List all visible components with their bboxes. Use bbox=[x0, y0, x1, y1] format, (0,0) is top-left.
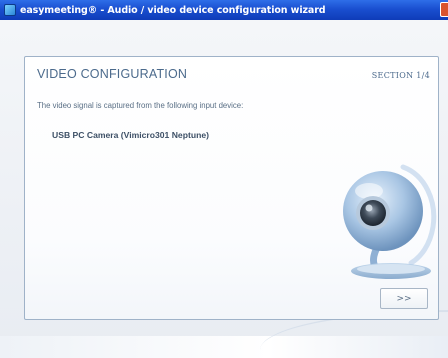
webcam-icon bbox=[343, 164, 437, 279]
next-button[interactable]: >> bbox=[380, 288, 428, 309]
close-button[interactable] bbox=[440, 2, 448, 17]
app-icon bbox=[4, 4, 16, 16]
intro-text: The video signal is captured from the fo… bbox=[37, 101, 244, 110]
section-indicator: SECTION 1/4 bbox=[371, 71, 430, 80]
window-title: easymeeting® - Audio / video device conf… bbox=[20, 4, 326, 16]
title-bar[interactable]: easymeeting® - Audio / video device conf… bbox=[0, 0, 448, 20]
wizard-panel: VIDEO CONFIGURATION SECTION 1/4 The vide… bbox=[24, 56, 439, 320]
selected-device[interactable]: USB PC Camera (Vimicro301 Neptune) bbox=[52, 130, 209, 140]
panel-title: VIDEO CONFIGURATION bbox=[37, 67, 188, 81]
